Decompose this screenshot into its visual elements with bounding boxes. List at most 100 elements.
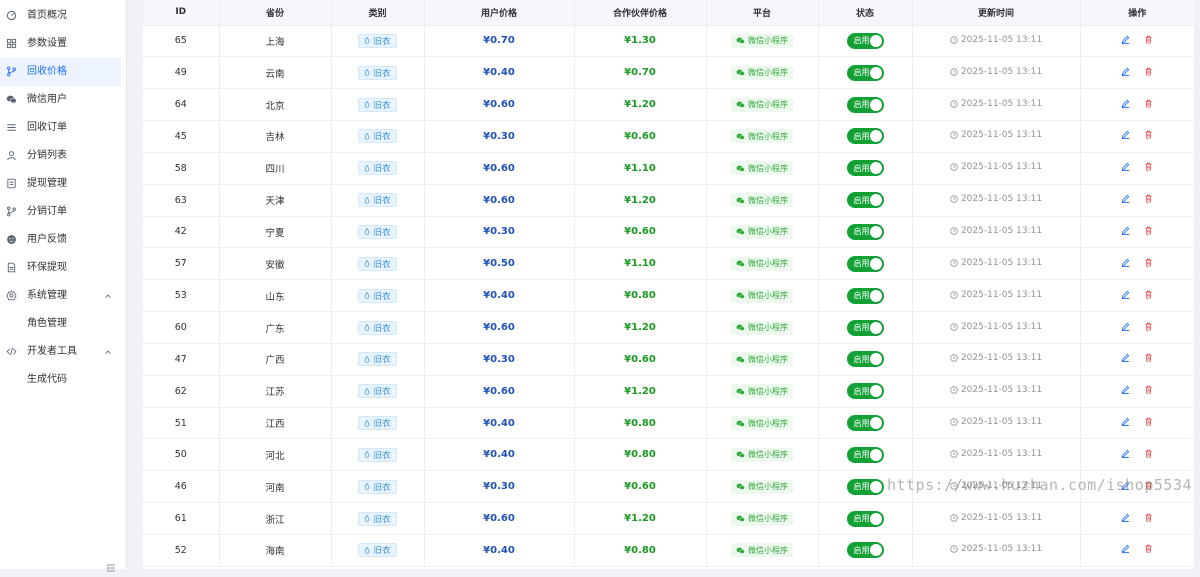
cell-status: 启用 [818, 279, 913, 313]
sidebar-item-13[interactable]: 开发者工具 [0, 338, 127, 366]
edit-icon[interactable] [1121, 258, 1130, 267]
delete-icon[interactable] [1144, 67, 1153, 76]
delete-icon[interactable] [1144, 322, 1153, 331]
col-header-updated[interactable]: 更新时间 [912, 0, 1081, 26]
sidebar-item-8[interactable]: 分销订单 [0, 198, 127, 226]
edit-icon[interactable] [1121, 162, 1130, 172]
status-toggle[interactable]: 启用 [846, 128, 884, 145]
sidebar-item-1[interactable]: 首页概况 [0, 2, 127, 30]
sidebar-item-label: 首页概况 [27, 10, 67, 21]
delete-icon[interactable] [1144, 385, 1153, 394]
delete-icon[interactable] [1144, 513, 1153, 522]
edit-icon[interactable] [1121, 385, 1130, 395]
cell-updated: 2025-11-05 13:11 [912, 25, 1081, 58]
edit-icon[interactable] [1121, 481, 1130, 490]
status-toggle[interactable]: 启用 [846, 542, 884, 559]
sidebar-item-2[interactable]: 参数设置 [0, 30, 127, 58]
cell-platform: 微信小程序 [706, 534, 819, 567]
edit-icon[interactable] [1121, 417, 1130, 427]
platform-tag: 微信小程序 [731, 352, 793, 367]
status-toggle[interactable]: 启用 [846, 383, 884, 400]
status-toggle[interactable]: 启用 [846, 510, 884, 527]
delete-icon[interactable] [1144, 130, 1153, 139]
edit-icon[interactable] [1121, 513, 1130, 522]
col-header-partner-price[interactable]: 合作伙伴价格 [574, 0, 707, 26]
sidebar-item-11[interactable]: 系统管理 [0, 282, 127, 310]
sidebar-item-7[interactable]: 提现管理 [0, 170, 127, 198]
delete-icon[interactable] [1144, 544, 1153, 553]
toggle-knob [869, 130, 882, 143]
edit-icon[interactable] [1121, 194, 1130, 204]
delete-icon[interactable] [1144, 99, 1153, 108]
sidebar-item-6[interactable]: 分销列表 [0, 142, 127, 170]
status-toggle[interactable]: 启用 [846, 223, 884, 240]
sidebar-item-4[interactable]: 微信用户 [0, 86, 127, 114]
status-label: 启用 [853, 195, 870, 205]
delete-icon[interactable] [1144, 353, 1153, 362]
partner-price-value: ¥1.20 [624, 513, 656, 525]
collapse-sidebar-icon[interactable] [106, 558, 116, 572]
cell-platform: 微信小程序 [706, 120, 819, 153]
platform-tag: 微信小程序 [731, 416, 793, 431]
status-toggle[interactable]: 启用 [846, 415, 884, 432]
edit-icon[interactable] [1121, 322, 1130, 331]
delete-icon[interactable] [1144, 35, 1153, 44]
cell-platform: 微信小程序 [706, 438, 819, 472]
partner-price-value: ¥1.20 [624, 194, 656, 206]
sidebar-item-10[interactable]: 环保提现 [0, 254, 127, 282]
sidebar-item-5[interactable]: 回收订单 [0, 114, 127, 142]
status-toggle[interactable]: 启用 [846, 96, 884, 113]
status-toggle[interactable]: 启用 [846, 192, 884, 209]
clock-icon [950, 386, 958, 394]
status-toggle[interactable]: 启用 [846, 446, 884, 463]
edit-icon[interactable] [1121, 99, 1130, 108]
edit-icon[interactable] [1121, 544, 1130, 554]
edit-icon[interactable] [1121, 449, 1130, 458]
delete-icon[interactable] [1144, 417, 1153, 426]
status-toggle[interactable]: 启用 [846, 478, 884, 495]
col-header-category[interactable]: 类别 [331, 0, 425, 26]
status-toggle[interactable]: 启用 [846, 319, 884, 336]
drop-icon [365, 101, 370, 108]
delete-icon[interactable] [1144, 258, 1153, 267]
status-toggle[interactable]: 启用 [846, 32, 884, 49]
sidebar-item-3[interactable]: 回收价格 [0, 58, 121, 86]
col-header-id[interactable]: ID [143, 0, 220, 26]
update-time: 2025-11-05 13:11 [950, 258, 1042, 268]
delete-icon[interactable] [1144, 481, 1153, 490]
edit-icon[interactable] [1121, 67, 1130, 76]
col-header-status[interactable]: 状态 [818, 0, 913, 26]
cell-province: 四川 [219, 152, 332, 185]
clock-icon [950, 322, 958, 331]
edit-icon[interactable] [1121, 226, 1130, 235]
sidebar-item-9[interactable]: 用户反馈 [0, 226, 127, 254]
status-toggle[interactable]: 启用 [846, 351, 884, 368]
wechat-icon [736, 260, 745, 268]
sidebar-item-14[interactable]: 生成代码 [0, 366, 127, 394]
edit-icon[interactable] [1121, 35, 1130, 44]
delete-icon[interactable] [1144, 194, 1153, 203]
page-scrollbar[interactable] [1194, 0, 1200, 569]
status-toggle[interactable]: 启用 [846, 287, 884, 304]
status-toggle[interactable]: 启用 [846, 64, 884, 81]
delete-icon[interactable] [1144, 449, 1153, 458]
status-toggle[interactable]: 启用 [846, 255, 884, 272]
delete-icon[interactable] [1144, 162, 1153, 171]
edit-icon[interactable] [1121, 353, 1130, 363]
cell-user-price: ¥0.70 [424, 25, 575, 58]
delete-icon[interactable] [1144, 226, 1153, 235]
status-toggle[interactable]: 启用 [846, 160, 884, 177]
col-header-platform[interactable]: 平台 [706, 0, 819, 26]
chevron-up-icon[interactable] [104, 348, 112, 356]
cell-platform: 微信小程序 [706, 407, 819, 440]
cell-partner-price: ¥1.20 [574, 311, 707, 344]
sidebar-item-12[interactable]: 角色管理 [0, 310, 127, 338]
chevron-up-icon[interactable] [104, 292, 112, 300]
drop-icon [365, 69, 370, 76]
edit-icon[interactable] [1121, 290, 1130, 299]
wechat-icon [736, 356, 745, 363]
col-header-user-price[interactable]: 用户价格 [424, 0, 575, 26]
col-header-province[interactable]: 省份 [219, 0, 332, 26]
delete-icon[interactable] [1144, 290, 1153, 299]
edit-icon[interactable] [1121, 130, 1130, 140]
